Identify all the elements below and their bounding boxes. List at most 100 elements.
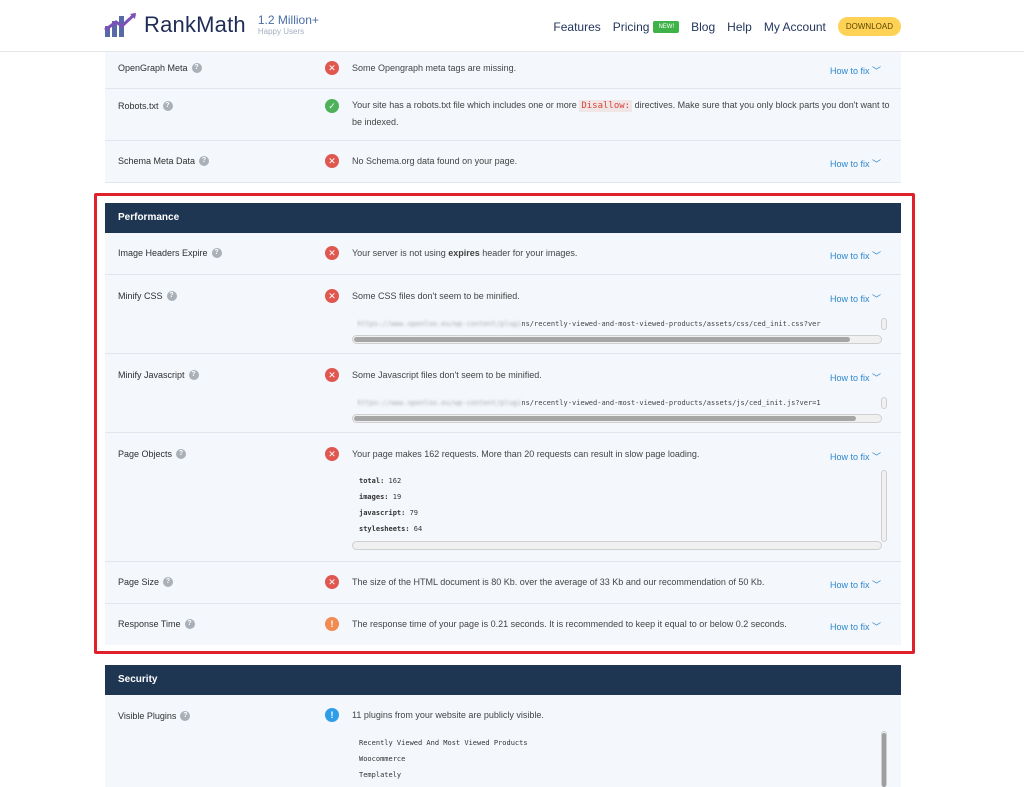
- how-to-fix-label: How to fix: [829, 373, 870, 383]
- row-label-text: Visible Plugins: [118, 711, 177, 721]
- help-icon[interactable]: ?: [188, 370, 199, 380]
- brand-logo[interactable]: RankMath 1.2 Million+ Happy Users: [104, 12, 319, 38]
- help-icon[interactable]: ?: [211, 248, 222, 258]
- row-page-size: Page Size? ✕ The size of the HTML docume…: [105, 562, 901, 604]
- help-icon[interactable]: ?: [180, 711, 191, 721]
- scrollbar-thumb[interactable]: [354, 337, 851, 342]
- row-visible-plugins: Visible Plugins? ! 11 plugins from your …: [105, 695, 901, 787]
- css-url-visible: ns/recently-viewed-and-most-viewed-produ…: [521, 320, 821, 328]
- stat-value: 64: [413, 525, 423, 533]
- plugin-item: Templately: [359, 771, 402, 779]
- row-response-time: Response Time? ! The response time of yo…: [105, 604, 901, 645]
- nav-my-account[interactable]: My Account: [764, 20, 826, 34]
- nav-features[interactable]: Features: [553, 20, 600, 34]
- chevron-down-icon: ﹀: [871, 159, 881, 169]
- fail-icon: ✕: [325, 154, 339, 168]
- row-label-text: OpenGraph Meta: [118, 63, 188, 73]
- chevron-down-icon: ﹀: [871, 294, 881, 304]
- how-to-fix-link[interactable]: How to fix ﹀: [830, 620, 881, 633]
- scrollbar-thumb[interactable]: [882, 733, 886, 787]
- row-image-headers-expire: Image Headers Expire? ✕ Your server is n…: [105, 233, 901, 275]
- how-to-fix-link[interactable]: How to fix ﹀: [830, 450, 881, 463]
- row-opengraph-meta: OpenGraph Meta? ✕ Some Opengraph meta ta…: [105, 52, 901, 89]
- rankmath-logo-icon: [104, 12, 137, 37]
- chevron-down-icon: ﹀: [871, 66, 881, 76]
- row-label: Page Objects?: [118, 449, 187, 459]
- how-to-fix-link[interactable]: How to fix ﹀: [830, 249, 881, 262]
- security-rows: Visible Plugins? ! 11 plugins from your …: [105, 695, 901, 787]
- help-icon[interactable]: ?: [191, 63, 202, 73]
- help-icon[interactable]: ?: [199, 156, 210, 166]
- how-to-fix-link[interactable]: How to fix ﹀: [830, 371, 881, 384]
- nav-help[interactable]: Help: [727, 20, 752, 34]
- row-label: Minify CSS?: [118, 291, 177, 301]
- chevron-down-icon: ﹀: [871, 373, 881, 383]
- plugin-item: Woocommerce: [359, 755, 406, 763]
- how-to-fix-label: How to fix: [829, 251, 870, 261]
- row-schema-meta-data: Schema Meta Data? ✕ No Schema.org data f…: [105, 141, 901, 183]
- row-label: Visible Plugins?: [118, 711, 191, 721]
- image-headers-before: Your server is not using: [352, 248, 446, 258]
- stat-value: 79: [409, 509, 419, 517]
- user-count-number: 1.2 Million+: [257, 13, 319, 27]
- how-to-fix-label: How to fix: [829, 159, 870, 169]
- row-label: Minify Javascript?: [118, 370, 199, 380]
- stat-value: 162: [388, 477, 402, 485]
- row-message: Some Javascript files don't seem to be m…: [352, 370, 542, 380]
- how-to-fix-link[interactable]: How to fix ﹀: [830, 578, 881, 591]
- plugin-item: Recently Viewed And Most Viewed Products: [359, 739, 528, 747]
- image-headers-after: header for your images.: [482, 248, 578, 258]
- row-label-text: Minify CSS: [118, 291, 163, 301]
- new-badge: NEW!: [653, 20, 680, 33]
- row-label-text: Schema Meta Data: [118, 156, 196, 166]
- help-icon[interactable]: ?: [176, 449, 187, 459]
- row-label: Image Headers Expire?: [118, 248, 222, 258]
- fail-icon: ✕: [325, 61, 339, 75]
- download-button[interactable]: DOWNLOAD: [837, 17, 901, 36]
- row-message: Some CSS files don't seem to be minified…: [352, 291, 520, 301]
- chevron-down-icon: ﹀: [871, 452, 881, 462]
- chevron-down-icon: ﹀: [871, 251, 881, 261]
- how-to-fix-link[interactable]: How to fix ﹀: [830, 292, 881, 305]
- nav-pricing[interactable]: Pricing NEW!: [613, 20, 680, 34]
- row-minify-javascript: Minify Javascript? ✕ Some Javascript fil…: [105, 354, 901, 433]
- css-url-vscroll[interactable]: [881, 318, 887, 330]
- how-to-fix-link[interactable]: How to fix ﹀: [830, 157, 881, 170]
- row-minify-css: Minify CSS? ✕ Some CSS files don't seem …: [105, 275, 901, 354]
- help-icon[interactable]: ?: [162, 101, 173, 111]
- row-label: OpenGraph Meta?: [118, 63, 202, 73]
- nav-blog[interactable]: Blog: [691, 20, 715, 34]
- row-message: 11 plugins from your website are publicl…: [352, 710, 544, 720]
- plugin-list-vscroll[interactable]: [881, 731, 887, 787]
- row-label-text: Minify Javascript: [118, 370, 185, 380]
- scrollbar-thumb[interactable]: [354, 416, 856, 421]
- css-url-blurred: https://www.openloo.eu/wp-content/plugi: [357, 320, 522, 328]
- stats-vscroll[interactable]: [881, 470, 887, 542]
- js-url-scrollbar[interactable]: [352, 414, 882, 423]
- row-message: The response time of your page is 0.21 s…: [352, 619, 787, 629]
- how-to-fix-link[interactable]: How to fix ﹀: [830, 64, 881, 77]
- pass-icon: ✓: [325, 99, 339, 113]
- css-url-scrollbar[interactable]: [352, 335, 882, 344]
- stat-key: stylesheets:: [359, 525, 410, 533]
- chevron-down-icon: ﹀: [871, 622, 881, 632]
- js-file-url: https://www.openloo.eu/wp-content/plugin…: [357, 396, 887, 410]
- site-header: RankMath 1.2 Million+ Happy Users Featur…: [0, 0, 1024, 52]
- row-label: Response Time?: [118, 619, 195, 629]
- row-label-text: Image Headers Expire: [118, 248, 208, 258]
- js-url-vscroll[interactable]: [881, 397, 887, 409]
- info-icon: !: [325, 708, 339, 722]
- row-message: Your page makes 162 requests. More than …: [352, 449, 700, 459]
- stat-stylesheets: stylesheets: 64: [359, 521, 422, 537]
- help-icon[interactable]: ?: [166, 291, 177, 301]
- stats-scrollbar[interactable]: [352, 541, 882, 550]
- row-page-objects: Page Objects? ✕ Your page makes 162 requ…: [105, 433, 901, 562]
- help-icon[interactable]: ?: [163, 577, 174, 587]
- stat-total: total: 162: [359, 473, 422, 489]
- row-message: No Schema.org data found on your page.: [352, 156, 518, 166]
- fail-icon: ✕: [325, 289, 339, 303]
- fail-icon: ✕: [325, 447, 339, 461]
- row-label-text: Page Size: [118, 577, 160, 587]
- help-icon[interactable]: ?: [184, 619, 195, 629]
- row-label-text: Response Time: [118, 619, 181, 629]
